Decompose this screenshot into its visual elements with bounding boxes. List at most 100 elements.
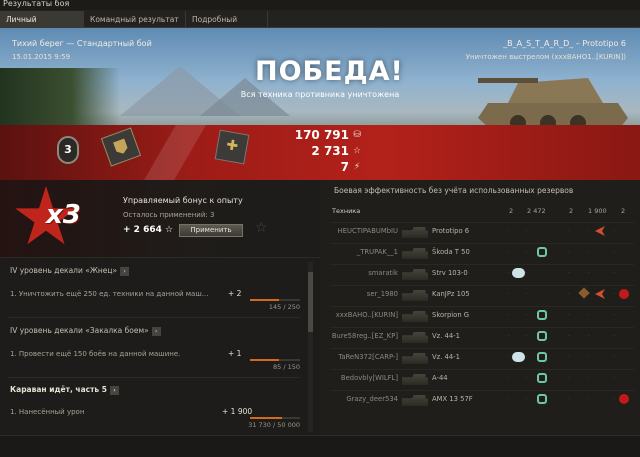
tank-name: Škoda T 50 <box>432 248 470 256</box>
expand-arrow-icon[interactable]: › <box>120 266 130 276</box>
missions-scrollbar[interactable] <box>308 262 313 432</box>
bonus-value: + 2 664 ☆ <box>123 225 174 235</box>
tank-icon <box>402 268 428 280</box>
efficiency-row[interactable]: smaratik Strv 103-0 · · · · · <box>330 264 634 283</box>
column-value: 2 472 <box>527 207 546 215</box>
assist-link-icon[interactable] <box>537 331 547 341</box>
efficiency-header: Техника 2 2 472 2 1 900 2 <box>330 207 634 219</box>
empty-cell: · <box>588 269 591 277</box>
player-and-vehicle: _B_A_S_T_A_R_D_ – Prototipo 6 <box>503 39 626 48</box>
binoculars-icon[interactable] <box>512 268 525 278</box>
mission-task: 1. Провести ещё 150 боёв на данной машин… <box>10 350 181 358</box>
decor-stripe <box>144 125 206 180</box>
empty-cell: · <box>613 269 616 277</box>
empty-cell: · <box>613 395 616 403</box>
tank-name: Strv 103-0 <box>432 269 468 277</box>
bottom-bar <box>0 435 640 457</box>
empty-cell: · <box>525 227 528 235</box>
efficiency-row[interactable]: Grazy_deer534 AMX 13 57F · · · · · <box>330 390 634 409</box>
player-name: ser_1980 <box>366 290 398 298</box>
free-xp-value: 7 <box>340 160 349 174</box>
free-xp-icon: ⚡ <box>353 162 361 172</box>
expand-arrow-icon[interactable]: › <box>110 385 120 395</box>
achievement-medal-icon[interactable] <box>214 129 250 165</box>
assist-link-icon[interactable] <box>537 310 547 320</box>
player-name: _TRUPAK__1 <box>356 248 398 256</box>
empty-cell: · <box>508 248 511 256</box>
assist-link-icon[interactable] <box>537 247 547 257</box>
assist-link-icon[interactable] <box>537 352 547 362</box>
assist-link-icon[interactable] <box>537 394 547 404</box>
assist-link-icon[interactable] <box>537 373 547 383</box>
scrollbar-thumb[interactable] <box>308 272 313 332</box>
tank-name: Prototipo 6 <box>432 227 470 235</box>
tab-team-result[interactable]: Командный результат <box>84 11 186 28</box>
mission-progress-text: 145 / 250 <box>268 303 300 311</box>
empty-cell: · <box>568 395 571 403</box>
player-name: Bure58reg..[EZ_KP] <box>331 332 398 340</box>
efficiency-row[interactable]: xxxBAHO..[KURIN] Skorpion G · · · · · <box>330 306 634 325</box>
tank-icon <box>402 289 428 301</box>
tank-name: KanJPz 105 <box>432 290 470 298</box>
empty-cell: · <box>613 311 616 319</box>
map-and-mode: Тихий берег — Стандартный бой <box>12 39 152 48</box>
battle-result-title: ПОБЕДА! <box>255 56 404 87</box>
empty-cell: · <box>525 269 528 277</box>
damage-icon[interactable] <box>595 289 605 299</box>
empty-cell: · <box>508 374 511 382</box>
apply-bonus-button[interactable]: Применить <box>179 224 243 237</box>
empty-cell: · <box>588 311 591 319</box>
expand-arrow-icon[interactable]: › <box>151 326 161 336</box>
bonus-title: Управляемый бонус к опыту <box>123 196 243 205</box>
empty-cell: · <box>525 311 528 319</box>
empty-cell: · <box>508 311 511 319</box>
empty-cell: · <box>613 374 616 382</box>
tank-name: Vz. 44-1 <box>432 353 460 361</box>
efficiency-row[interactable]: TaReN372[CARP-] Vz. 44-1 · · · · · <box>330 348 634 367</box>
efficiency-title: Боевая эффективность без учёта использов… <box>334 186 574 195</box>
tab-detailed-report[interactable]: Подробный отчёт <box>186 11 268 41</box>
mission-progress-fill <box>250 417 282 419</box>
binoculars-icon[interactable] <box>512 352 525 362</box>
efficiency-row[interactable]: _TRUPAK__1 Škoda T 50 · · · · · <box>330 243 634 262</box>
empty-cell: · <box>588 374 591 382</box>
mission-progress-bar <box>250 417 300 419</box>
mission-title: Караван идёт, часть 5 › <box>10 385 120 395</box>
tank-icon <box>402 394 428 406</box>
empty-cell: · <box>525 353 528 361</box>
empty-cell: · <box>588 248 591 256</box>
kill-icon[interactable] <box>619 394 629 404</box>
efficiency-row[interactable]: ser_1980 KanJPz 105 · · · · · <box>330 285 634 304</box>
mission-progress-bar <box>250 299 300 301</box>
empty-cell: · <box>568 248 571 256</box>
efficiency-row[interactable]: Bedovbly[WILFL] A-44 · · · · · <box>330 369 634 388</box>
tab-personal-result[interactable]: Личный результат <box>0 11 84 41</box>
mastery-badge[interactable]: 3 <box>57 136 79 164</box>
tank-icon <box>402 247 428 259</box>
credits-total: 170 791 ⛁ <box>282 127 362 143</box>
tab-bar: Личный результат Командный результат Под… <box>0 10 640 41</box>
mission-progress-fill <box>250 359 279 361</box>
empty-cell: · <box>525 374 528 382</box>
efficiency-row[interactable]: Bure58reg..[EZ_KP] Vz. 44-1 · · · · · <box>330 327 634 346</box>
tank-name: A-44 <box>432 374 448 382</box>
free-xp-total: 7 ⚡ <box>282 159 362 175</box>
empty-cell: · <box>568 311 571 319</box>
empty-cell: · <box>525 290 528 298</box>
mission-progress-fill <box>250 299 279 301</box>
damage-icon[interactable] <box>595 226 605 236</box>
empty-cell: · <box>613 227 616 235</box>
battle-totals: 170 791 ⛁ 2 731 ☆ 7 ⚡ <box>282 127 362 175</box>
empty-cell: · <box>613 290 616 298</box>
empty-cell: · <box>525 332 528 340</box>
kill-icon[interactable] <box>619 289 629 299</box>
tank-icon <box>402 226 428 238</box>
empty-cell: · <box>588 395 591 403</box>
mission-task: 1. Нанесённый урон <box>10 408 85 416</box>
bonus-remaining: Осталось применений: 3 <box>123 211 215 219</box>
empty-cell: · <box>508 269 511 277</box>
empty-cell: · <box>568 374 571 382</box>
efficiency-row[interactable]: HEUCTIPABUMbIU Prototipo 6 · · · · · <box>330 222 634 241</box>
empty-cell: · <box>568 332 571 340</box>
mission-gain: + 1 900 <box>222 407 253 416</box>
